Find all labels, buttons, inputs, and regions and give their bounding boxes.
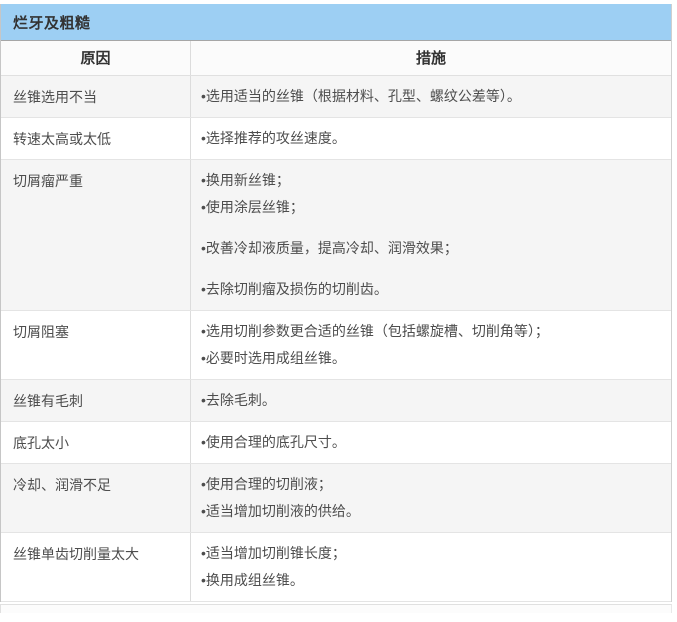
measures-cell: •换用新丝锥；•使用涂层丝锥； •改善冷却液质量，提高冷却、润滑效果； •去除切削瘤…: [190, 160, 671, 310]
measure-line: •选用适当的丝锥（根据材料、孔型、螺纹公差等）。: [201, 83, 659, 110]
table-row: 丝锥有毛刺 •去除毛刺。: [1, 380, 671, 422]
measures-cell: •选用适当的丝锥（根据材料、孔型、螺纹公差等）。: [190, 76, 671, 117]
measures-cell: •适当增加切削锥长度；•换用成组丝锥。: [190, 533, 671, 601]
measure-line: •使用合理的切削液；: [201, 471, 659, 498]
measure-line: •换用新丝锥；: [201, 167, 659, 194]
cause-cell: 切屑瘤严重: [1, 160, 190, 310]
table-row: 丝锥选用不当 •选用适当的丝锥（根据材料、孔型、螺纹公差等）。: [1, 76, 671, 118]
table-row: 底孔太小 •使用合理的底孔尺寸。: [1, 422, 671, 464]
measure-line: •选择推荐的攻丝速度。: [201, 125, 659, 152]
measure-line: •适当增加切削液的供给。: [201, 498, 659, 525]
measure-line: •使用涂层丝锥；: [201, 194, 659, 221]
fault-table: 烂牙及粗糙 原因 措施 丝锥选用不当 •选用适当的丝锥（根据材料、孔型、螺纹公差等…: [0, 4, 672, 602]
cause-cell: 切屑阻塞: [1, 311, 190, 379]
table-row: 冷却、润滑不足•使用合理的切削液；•适当增加切削液的供给。: [1, 464, 671, 533]
cause-cell: 冷却、润滑不足: [1, 464, 190, 532]
measure-line: •去除切削瘤及损伤的切削齿。: [201, 276, 659, 303]
table-row: 丝锥单齿切削量太大•适当增加切削锥长度；•换用成组丝锥。: [1, 533, 671, 602]
measures-cell: •选择推荐的攻丝速度。: [190, 118, 671, 159]
measure-line: •改善冷却液质量，提高冷却、润滑效果；: [201, 235, 659, 262]
cause-cell: 丝锥有毛刺: [1, 380, 190, 421]
measures-cell: •去除毛刺。: [190, 380, 671, 421]
measure-line: •换用成组丝锥。: [201, 567, 659, 594]
table-column-header: 原因 措施: [1, 41, 671, 76]
measure-line: •必要时选用成组丝锥。: [201, 345, 659, 372]
measure-gap: [201, 221, 659, 235]
measure-line: •使用合理的底孔尺寸。: [201, 429, 659, 456]
measure-line: •选用切削参数更合适的丝锥（包括螺旋槽、切削角等）；: [201, 318, 659, 345]
measure-line: •去除毛刺。: [201, 387, 659, 414]
cause-cell: 丝锥单齿切削量太大: [1, 533, 190, 601]
measures-cell: •选用切削参数更合适的丝锥（包括螺旋槽、切削角等）；•必要时选用成组丝锥。: [190, 311, 671, 379]
table-row: 切屑阻塞•选用切削参数更合适的丝锥（包括螺旋槽、切削角等）；•必要时选用成组丝锥…: [1, 311, 671, 380]
column-header-cause: 原因: [1, 41, 190, 75]
column-header-measures: 措施: [190, 41, 671, 75]
cause-cell: 转速太高或太低: [1, 118, 190, 159]
cause-cell: 底孔太小: [1, 422, 190, 463]
next-section-strip: [0, 604, 672, 613]
measures-cell: •使用合理的底孔尺寸。: [190, 422, 671, 463]
cause-cell: 丝锥选用不当: [1, 76, 190, 117]
measure-gap: [201, 262, 659, 276]
table-row: 切屑瘤严重•换用新丝锥；•使用涂层丝锥；•改善冷却液质量，提高冷却、润滑效果；•…: [1, 160, 671, 311]
table-title-bar: 烂牙及粗糙: [1, 4, 671, 41]
page: 烂牙及粗糙 原因 措施 丝锥选用不当 •选用适当的丝锥（根据材料、孔型、螺纹公差等…: [0, 4, 677, 622]
table-body: 丝锥选用不当 •选用适当的丝锥（根据材料、孔型、螺纹公差等）。转速太高或太低 •选择…: [1, 76, 671, 602]
table-row: 转速太高或太低 •选择推荐的攻丝速度。: [1, 118, 671, 160]
measures-cell: •使用合理的切削液；•适当增加切削液的供给。: [190, 464, 671, 532]
measure-line: •适当增加切削锥长度；: [201, 540, 659, 567]
